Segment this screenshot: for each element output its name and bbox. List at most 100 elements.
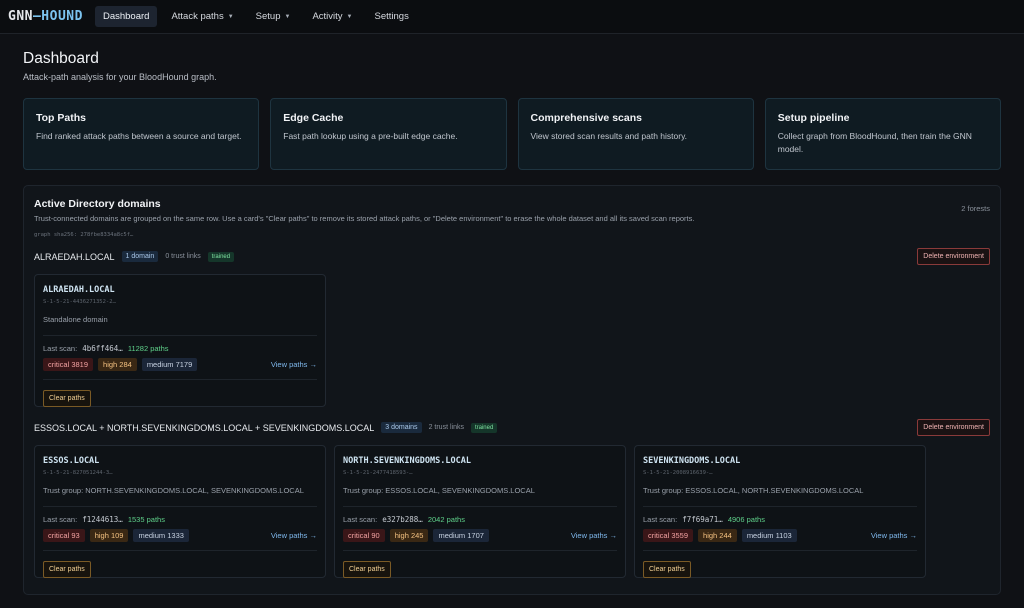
environment-name: ESSOS.LOCAL + NORTH.SEVENKINGDOMS.LOCAL …: [34, 422, 375, 433]
last-scan-label: Last scan:: [343, 515, 378, 524]
last-scan: Last scan: 4b6ff464… 11282 paths: [43, 344, 317, 353]
medium-badge: medium 7179: [141, 358, 198, 371]
environment-header: ESSOS.LOCAL + NORTH.SEVENKINGDOMS.LOCAL …: [34, 419, 990, 436]
card-top-paths[interactable]: Top Paths Find ranked attack paths betwe…: [23, 98, 260, 170]
high-badge: high 109: [89, 529, 129, 542]
delete-environment-button[interactable]: Delete environment: [917, 419, 990, 436]
critical-badge: critical 3819: [43, 358, 94, 371]
chevron-down-icon: ▼: [346, 13, 353, 20]
high-badge: high 284: [98, 358, 137, 371]
logo-text-right: —HOUND: [32, 9, 83, 24]
card-desc: Collect graph from BloodHound, then trai…: [777, 131, 972, 154]
critical-badge: critical 3559: [643, 529, 694, 542]
domain-card: ALRAEDAH.LOCAL S-1-5-21-4436271352-2… St…: [34, 274, 326, 407]
panel-title: Active Directory domains: [34, 198, 161, 210]
last-scan-label: Last scan:: [43, 515, 78, 524]
nav-activity[interactable]: Activity ▼: [304, 6, 360, 27]
domains-panel: Active Directory domains Trust-connected…: [23, 185, 1001, 595]
card-comprehensive-scans[interactable]: Comprehensive scans View stored scan res…: [517, 98, 754, 170]
domain-trust: Trust group: NORTH.SEVENKINGDOMS.LOCAL, …: [43, 486, 317, 507]
domain-sid: S-1-5-21-2477418593-…: [343, 470, 413, 476]
nav-settings[interactable]: Settings: [367, 6, 417, 27]
chevron-down-icon: ▼: [284, 13, 291, 20]
card-title: Edge Cache: [283, 112, 344, 124]
logo-text-left: GNN: [8, 9, 33, 24]
severity-row: critical 3819 high 284 medium 7179 View …: [43, 358, 317, 380]
severity-row: critical 93 high 109 medium 1333 View pa…: [43, 529, 317, 551]
nav-label: Settings: [374, 11, 409, 22]
nav-label: Attack paths: [171, 11, 224, 22]
page-subtitle: Attack-path analysis for your BloodHound…: [23, 72, 217, 82]
paths-count: 4906 paths: [727, 515, 765, 524]
domains-badge: 3 domains: [381, 422, 422, 433]
status-badge: trained: [470, 422, 498, 433]
environment-domains: ESSOS.LOCAL S-1-5-21-827051244-3… Trust …: [34, 445, 990, 578]
page-title: Dashboard: [23, 50, 99, 67]
panel-desc: Trust-connected domains are grouped on t…: [34, 214, 695, 223]
card-desc: Find ranked attack paths between a sourc…: [36, 131, 242, 141]
domain-trust: Trust group: ESSOS.LOCAL, SEVENKINGDOMS.…: [343, 486, 617, 507]
status-badge: trained: [207, 251, 235, 262]
quick-cards: Top Paths Find ranked attack paths betwe…: [23, 98, 1001, 170]
view-paths-link[interactable]: View paths →: [271, 531, 317, 540]
domain-name: SEVENKINGDOMS.LOCAL: [643, 456, 741, 466]
critical-badge: critical 90: [343, 529, 385, 542]
forests-count: 2 forests: [961, 204, 990, 213]
nav-attack-paths[interactable]: Attack paths ▼: [163, 6, 241, 27]
environment-name: ALRAEDAH.LOCAL: [34, 251, 115, 262]
card-title: Comprehensive scans: [530, 112, 642, 124]
nav-label: Setup: [255, 11, 281, 22]
nav-setup[interactable]: Setup ▼: [248, 6, 299, 27]
trust-links: 2 trust links: [428, 424, 464, 431]
severity-row: critical 90 high 245 medium 1707 View pa…: [343, 529, 617, 551]
card-edge-cache[interactable]: Edge Cache Fast path lookup using a pre-…: [270, 98, 507, 170]
domain-sid: S-1-5-21-4436271352-2…: [43, 299, 116, 305]
view-paths-link[interactable]: View paths →: [271, 360, 317, 369]
last-scan: Last scan: f7f69a71… 4906 paths: [643, 515, 917, 524]
environment-domains: ALRAEDAH.LOCAL S-1-5-21-4436271352-2… St…: [34, 274, 990, 407]
card-title: Setup pipeline: [777, 112, 850, 124]
scan-hash: e327b288…: [382, 515, 423, 524]
chevron-down-icon: ▼: [227, 13, 234, 20]
clear-paths-button[interactable]: Clear paths: [343, 561, 391, 578]
domain-trust: Trust group: ESSOS.LOCAL, NORTH.SEVENKIN…: [643, 486, 917, 507]
last-scan-label: Last scan:: [43, 344, 78, 353]
high-badge: high 244: [698, 529, 737, 542]
paths-count: 1535 paths: [127, 515, 165, 524]
domain-card: SEVENKINGDOMS.LOCAL S-1-5-21-2008916639-…: [634, 445, 926, 578]
domain-sid: S-1-5-21-827051244-3…: [43, 470, 113, 476]
medium-badge: medium 1707: [433, 529, 489, 542]
card-title: Top Paths: [36, 112, 86, 124]
card-desc: View stored scan results and path histor…: [530, 131, 688, 141]
paths-count: 11282 paths: [127, 344, 169, 353]
scan-hash: f7f69a71…: [682, 515, 723, 524]
trust-links: 0 trust links: [165, 253, 201, 260]
domain-name: ESSOS.LOCAL: [43, 456, 100, 466]
last-scan: Last scan: e327b288… 2042 paths: [343, 515, 617, 524]
domain-name: NORTH.SEVENKINGDOMS.LOCAL: [343, 456, 471, 466]
domain-name: ALRAEDAH.LOCAL: [43, 285, 115, 295]
card-setup-pipeline[interactable]: Setup pipeline Collect graph from BloodH…: [764, 98, 1001, 170]
main-nav: Dashboard Attack paths ▼ Setup ▼ Activity ▼…: [94, 6, 417, 27]
high-badge: high 245: [389, 529, 429, 542]
panel-header: Active Directory domains Trust-connected…: [34, 198, 990, 223]
medium-badge: medium 1333: [133, 529, 189, 542]
nav-label: Activity: [312, 11, 343, 22]
nav-dashboard[interactable]: Dashboard: [94, 6, 158, 27]
domain-card: NORTH.SEVENKINGDOMS.LOCAL S-1-5-21-24774…: [334, 445, 626, 578]
clear-paths-button[interactable]: Clear paths: [643, 561, 691, 578]
critical-badge: critical 93: [43, 529, 85, 542]
delete-environment-button[interactable]: Delete environment: [917, 248, 990, 265]
scan-hash: 4b6ff464…: [82, 344, 123, 353]
clear-paths-button[interactable]: Clear paths: [43, 561, 91, 578]
environment-header: ALRAEDAH.LOCAL 1 domain 0 trust links tr…: [34, 248, 990, 265]
app-logo[interactable]: GNN—HOUND: [8, 9, 83, 24]
top-navbar: GNN—HOUND Dashboard Attack paths ▼ Setup ▼…: [0, 0, 1024, 34]
view-paths-link[interactable]: View paths →: [871, 531, 917, 540]
clear-paths-button[interactable]: Clear paths: [43, 390, 91, 407]
paths-count: 2042 paths: [427, 515, 465, 524]
view-paths-link[interactable]: View paths →: [571, 531, 617, 540]
domain-card: ESSOS.LOCAL S-1-5-21-827051244-3… Trust …: [34, 445, 326, 578]
nav-label: Dashboard: [102, 11, 150, 22]
card-desc: Fast path lookup using a pre-built edge …: [283, 131, 458, 141]
